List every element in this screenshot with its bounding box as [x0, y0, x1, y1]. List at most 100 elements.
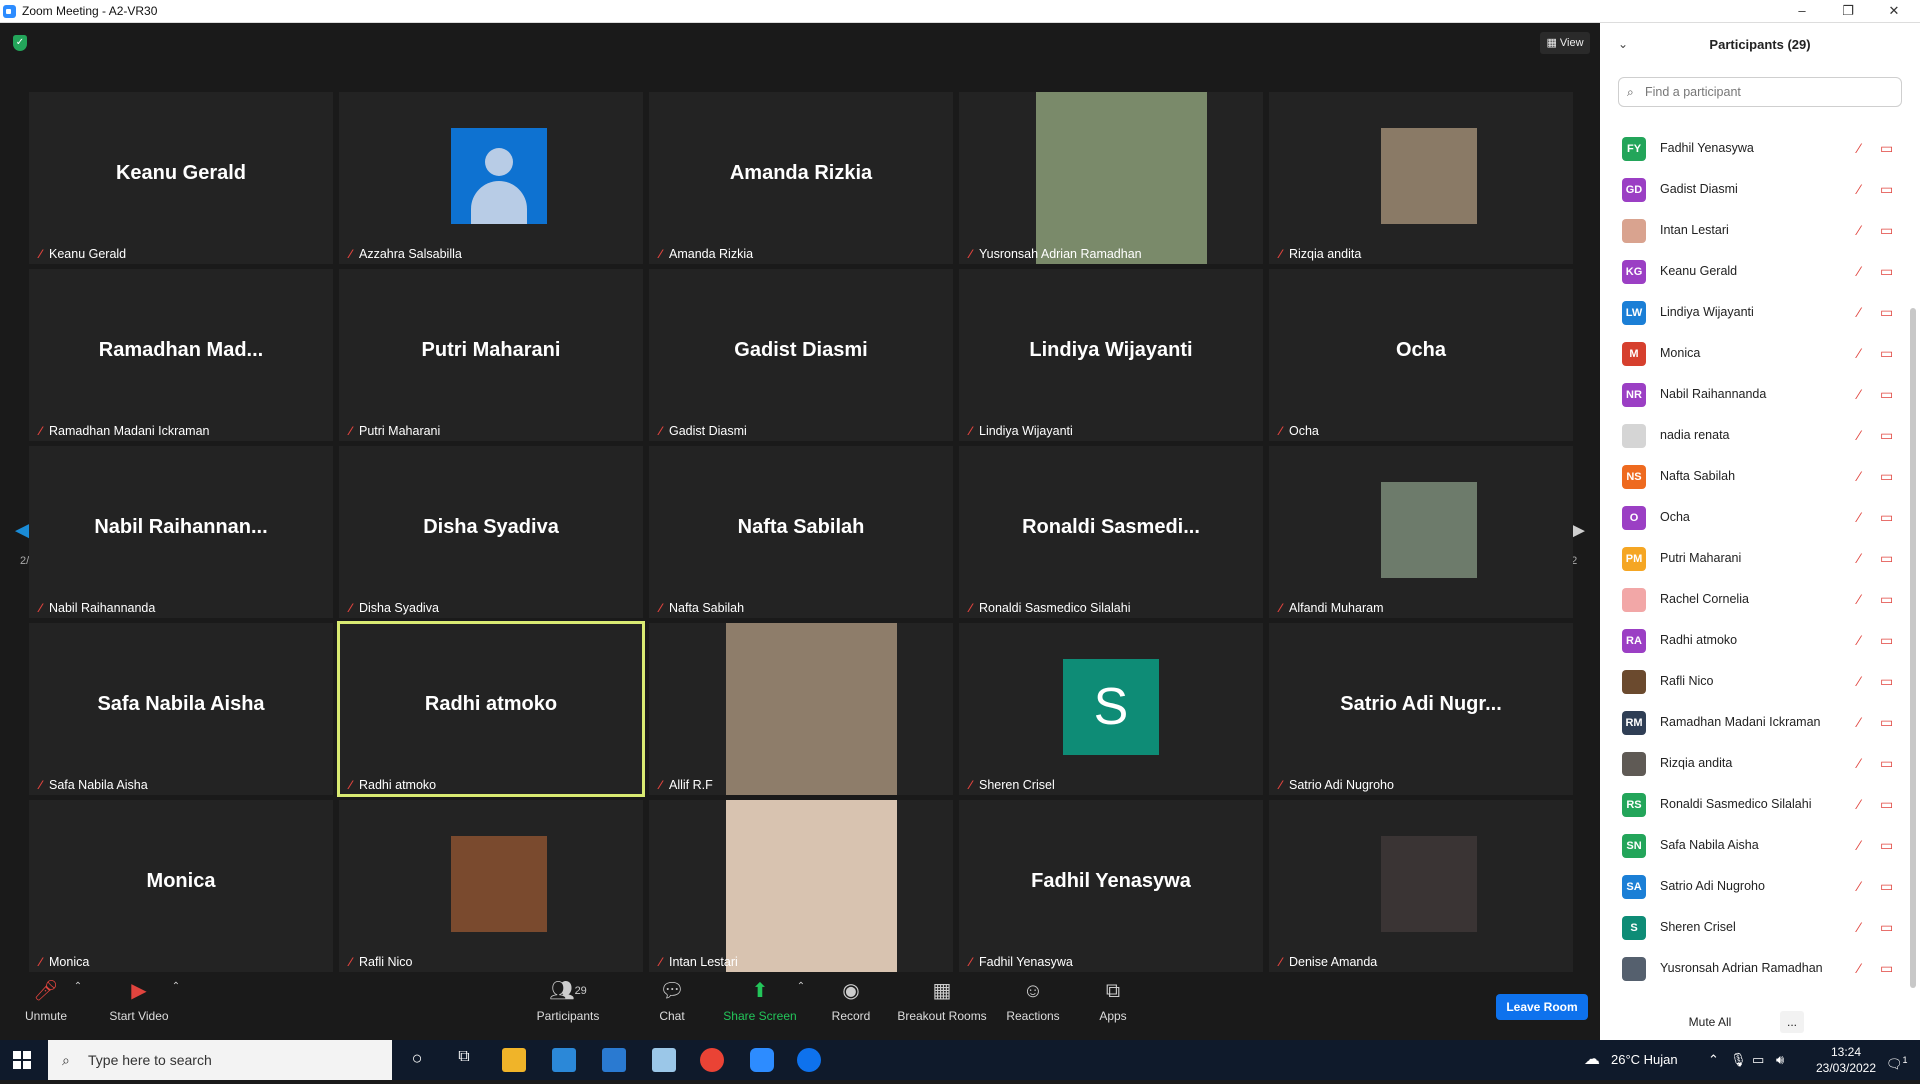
- unmute-button[interactable]: 🎤︎ Unmute: [16, 973, 76, 1040]
- participant-row[interactable]: Rachel Cornelia ⁄ ▭: [1600, 580, 1905, 621]
- muted-mic-icon[interactable]: ⁄: [1858, 755, 1860, 771]
- task-view-icon[interactable]: ⧉: [452, 1048, 476, 1072]
- muted-mic-icon[interactable]: ⁄: [1858, 591, 1860, 607]
- video-off-icon[interactable]: ▭: [1880, 755, 1893, 772]
- participant-row[interactable]: RM Ramadhan Madani Ickraman ⁄ ▭: [1600, 703, 1905, 744]
- clock[interactable]: 13:24 23/03/2022: [1815, 1044, 1877, 1084]
- audio-options-chevron-icon[interactable]: ⌃: [70, 981, 86, 1048]
- cortana-icon[interactable]: ○: [405, 1048, 429, 1072]
- video-tile[interactable]: S ⁄ Sheren Crisel: [959, 623, 1263, 795]
- video-off-icon[interactable]: ▭: [1880, 181, 1893, 198]
- participant-row[interactable]: SN Safa Nabila Aisha ⁄ ▭: [1600, 826, 1905, 867]
- participant-row[interactable]: Rafli Nico ⁄ ▭: [1600, 662, 1905, 703]
- muted-mic-icon[interactable]: ⁄: [1858, 140, 1860, 156]
- muted-mic-icon[interactable]: ⁄: [1858, 714, 1860, 730]
- share-screen-button[interactable]: ⬆︎ Share Screen: [722, 973, 798, 1040]
- participant-row[interactable]: KG Keanu Gerald ⁄ ▭: [1600, 252, 1905, 293]
- participant-row[interactable]: M Monica ⁄ ▭: [1600, 334, 1905, 375]
- participant-row[interactable]: SA Satrio Adi Nugroho ⁄ ▭: [1600, 867, 1905, 908]
- video-off-icon[interactable]: ▭: [1880, 509, 1893, 526]
- tray-chevron-icon[interactable]: ⌃: [1708, 1040, 1719, 1080]
- video-off-icon[interactable]: ▭: [1880, 796, 1893, 813]
- muted-mic-icon[interactable]: ⁄: [1858, 878, 1860, 894]
- participant-row[interactable]: NS Nafta Sabilah ⁄ ▭: [1600, 457, 1905, 498]
- video-tile[interactable]: ⁄ Alfandi Muharam: [1269, 446, 1573, 618]
- participant-row[interactable]: NR Nabil Raihannanda ⁄ ▭: [1600, 375, 1905, 416]
- share-options-chevron-icon[interactable]: ⌃: [793, 981, 809, 1048]
- security-shield-icon[interactable]: ✓: [13, 35, 27, 51]
- participant-row[interactable]: RS Ronaldi Sasmedico Silalahi ⁄ ▭: [1600, 785, 1905, 826]
- video-tile[interactable]: Safa Nabila Aisha ⁄ Safa Nabila Aisha: [29, 623, 333, 795]
- video-off-icon[interactable]: ▭: [1880, 837, 1893, 854]
- video-off-icon[interactable]: ▭: [1880, 386, 1893, 403]
- minimize-button[interactable]: –: [1792, 2, 1812, 20]
- video-tile[interactable]: Keanu Gerald ⁄ Keanu Gerald: [29, 92, 333, 264]
- close-button[interactable]: ✕: [1884, 2, 1904, 20]
- video-off-icon[interactable]: ▭: [1880, 878, 1893, 895]
- participant-row[interactable]: RA Radhi atmoko ⁄ ▭: [1600, 621, 1905, 662]
- chrome-icon[interactable]: [700, 1048, 724, 1072]
- video-tile[interactable]: ⁄ Rafli Nico: [339, 800, 643, 972]
- video-off-icon[interactable]: ▭: [1880, 919, 1893, 936]
- muted-mic-icon[interactable]: ⁄: [1858, 632, 1860, 648]
- muted-mic-icon[interactable]: ⁄: [1858, 222, 1860, 238]
- participant-list-scrollbar[interactable]: [1910, 308, 1916, 988]
- muted-mic-icon[interactable]: ⁄: [1858, 509, 1860, 525]
- video-tile[interactable]: Nabil Raihannan... ⁄ Nabil Raihannanda: [29, 446, 333, 618]
- apps-button[interactable]: ⧉ Apps: [1092, 973, 1134, 1040]
- more-options-button[interactable]: ...: [1780, 1011, 1804, 1033]
- video-tile[interactable]: Ramadhan Mad... ⁄ Ramadhan Madani Ickraman: [29, 269, 333, 441]
- video-off-icon[interactable]: ▭: [1880, 714, 1893, 731]
- participant-row[interactable]: Intan Lestari ⁄ ▭: [1600, 211, 1905, 252]
- weather-text[interactable]: 26°C Hujan: [1611, 1040, 1678, 1080]
- video-tile[interactable]: Monica ⁄ Monica: [29, 800, 333, 972]
- video-off-icon[interactable]: ▭: [1880, 345, 1893, 362]
- participant-row[interactable]: nadia renata ⁄ ▭: [1600, 416, 1905, 457]
- video-tile[interactable]: Ronaldi Sasmedi... ⁄ Ronaldi Sasmedico Sil…: [959, 446, 1263, 618]
- video-off-icon[interactable]: ▭: [1880, 468, 1893, 485]
- breakout-rooms-button[interactable]: ▦ Breakout Rooms: [896, 973, 988, 1040]
- video-tile[interactable]: Radhi atmoko ⁄ Radhi atmoko: [337, 621, 645, 797]
- video-off-icon[interactable]: ▭: [1880, 427, 1893, 444]
- video-off-icon[interactable]: ▭: [1880, 960, 1893, 977]
- video-tile[interactable]: Fadhil Yenasywa ⁄ Fadhil Yenasywa: [959, 800, 1263, 972]
- video-off-icon[interactable]: ▭: [1880, 263, 1893, 280]
- muted-mic-icon[interactable]: ⁄: [1858, 386, 1860, 402]
- participant-row[interactable]: Rizqia andita ⁄ ▭: [1600, 744, 1905, 785]
- participant-row[interactable]: FY Fadhil Yenasywa ⁄ ▭: [1600, 129, 1905, 170]
- record-button[interactable]: ◉ Record: [826, 973, 876, 1040]
- zoom-taskbar-icon[interactable]: [750, 1048, 774, 1072]
- leave-room-button[interactable]: Leave Room: [1496, 994, 1588, 1020]
- video-tile[interactable]: Amanda Rizkia ⁄ Amanda Rizkia: [649, 92, 953, 264]
- video-off-icon[interactable]: ▭: [1880, 673, 1893, 690]
- network-icon[interactable]: ▭: [1752, 1040, 1764, 1080]
- participants-button[interactable]: 👥︎29 Participants: [532, 973, 604, 1040]
- video-off-icon[interactable]: ▭: [1880, 632, 1893, 649]
- video-options-chevron-icon[interactable]: ⌃: [168, 981, 184, 1048]
- muted-mic-icon[interactable]: ⁄: [1858, 796, 1860, 812]
- video-off-icon[interactable]: ▭: [1880, 304, 1893, 321]
- volume-icon[interactable]: 🔊︎: [1776, 1040, 1784, 1080]
- video-tile[interactable]: ⁄ Yusronsah Adrian Ramadhan: [959, 92, 1263, 264]
- participant-row[interactable]: GD Gadist Diasmi ⁄ ▭: [1600, 170, 1905, 211]
- muted-mic-icon[interactable]: ⁄: [1858, 345, 1860, 361]
- notepad-icon[interactable]: [652, 1048, 676, 1072]
- video-tile[interactable]: ⁄ Intan Lestari: [649, 800, 953, 972]
- video-tile[interactable]: Disha Syadiva ⁄ Disha Syadiva: [339, 446, 643, 618]
- video-off-icon[interactable]: ▭: [1880, 591, 1893, 608]
- file-explorer-icon[interactable]: [502, 1048, 526, 1072]
- taskbar-search-box[interactable]: ⌕ Type here to search: [48, 1040, 392, 1080]
- participant-row[interactable]: Yusronsah Adrian Ramadhan ⁄ ▭: [1600, 949, 1905, 990]
- video-tile[interactable]: ⁄ Rizqia andita: [1269, 92, 1573, 264]
- find-participant-input[interactable]: ⌕ Find a participant: [1618, 77, 1902, 107]
- muted-mic-icon[interactable]: ⁄: [1858, 427, 1860, 443]
- video-tile[interactable]: Nafta Sabilah ⁄ Nafta Sabilah: [649, 446, 953, 618]
- reactions-button[interactable]: ☺ Reactions: [1004, 973, 1062, 1040]
- muted-mic-icon[interactable]: ⁄: [1858, 919, 1860, 935]
- windows-start-icon[interactable]: [13, 1051, 31, 1069]
- muted-mic-icon[interactable]: ⁄: [1858, 468, 1860, 484]
- video-tile[interactable]: Gadist Diasmi ⁄ Gadist Diasmi: [649, 269, 953, 441]
- notification-center-icon[interactable]: 🗨︎1: [1886, 1040, 1908, 1080]
- video-tile[interactable]: ⁄ Allif R.F: [649, 623, 953, 795]
- chat-button[interactable]: 💬︎ Chat: [650, 973, 694, 1040]
